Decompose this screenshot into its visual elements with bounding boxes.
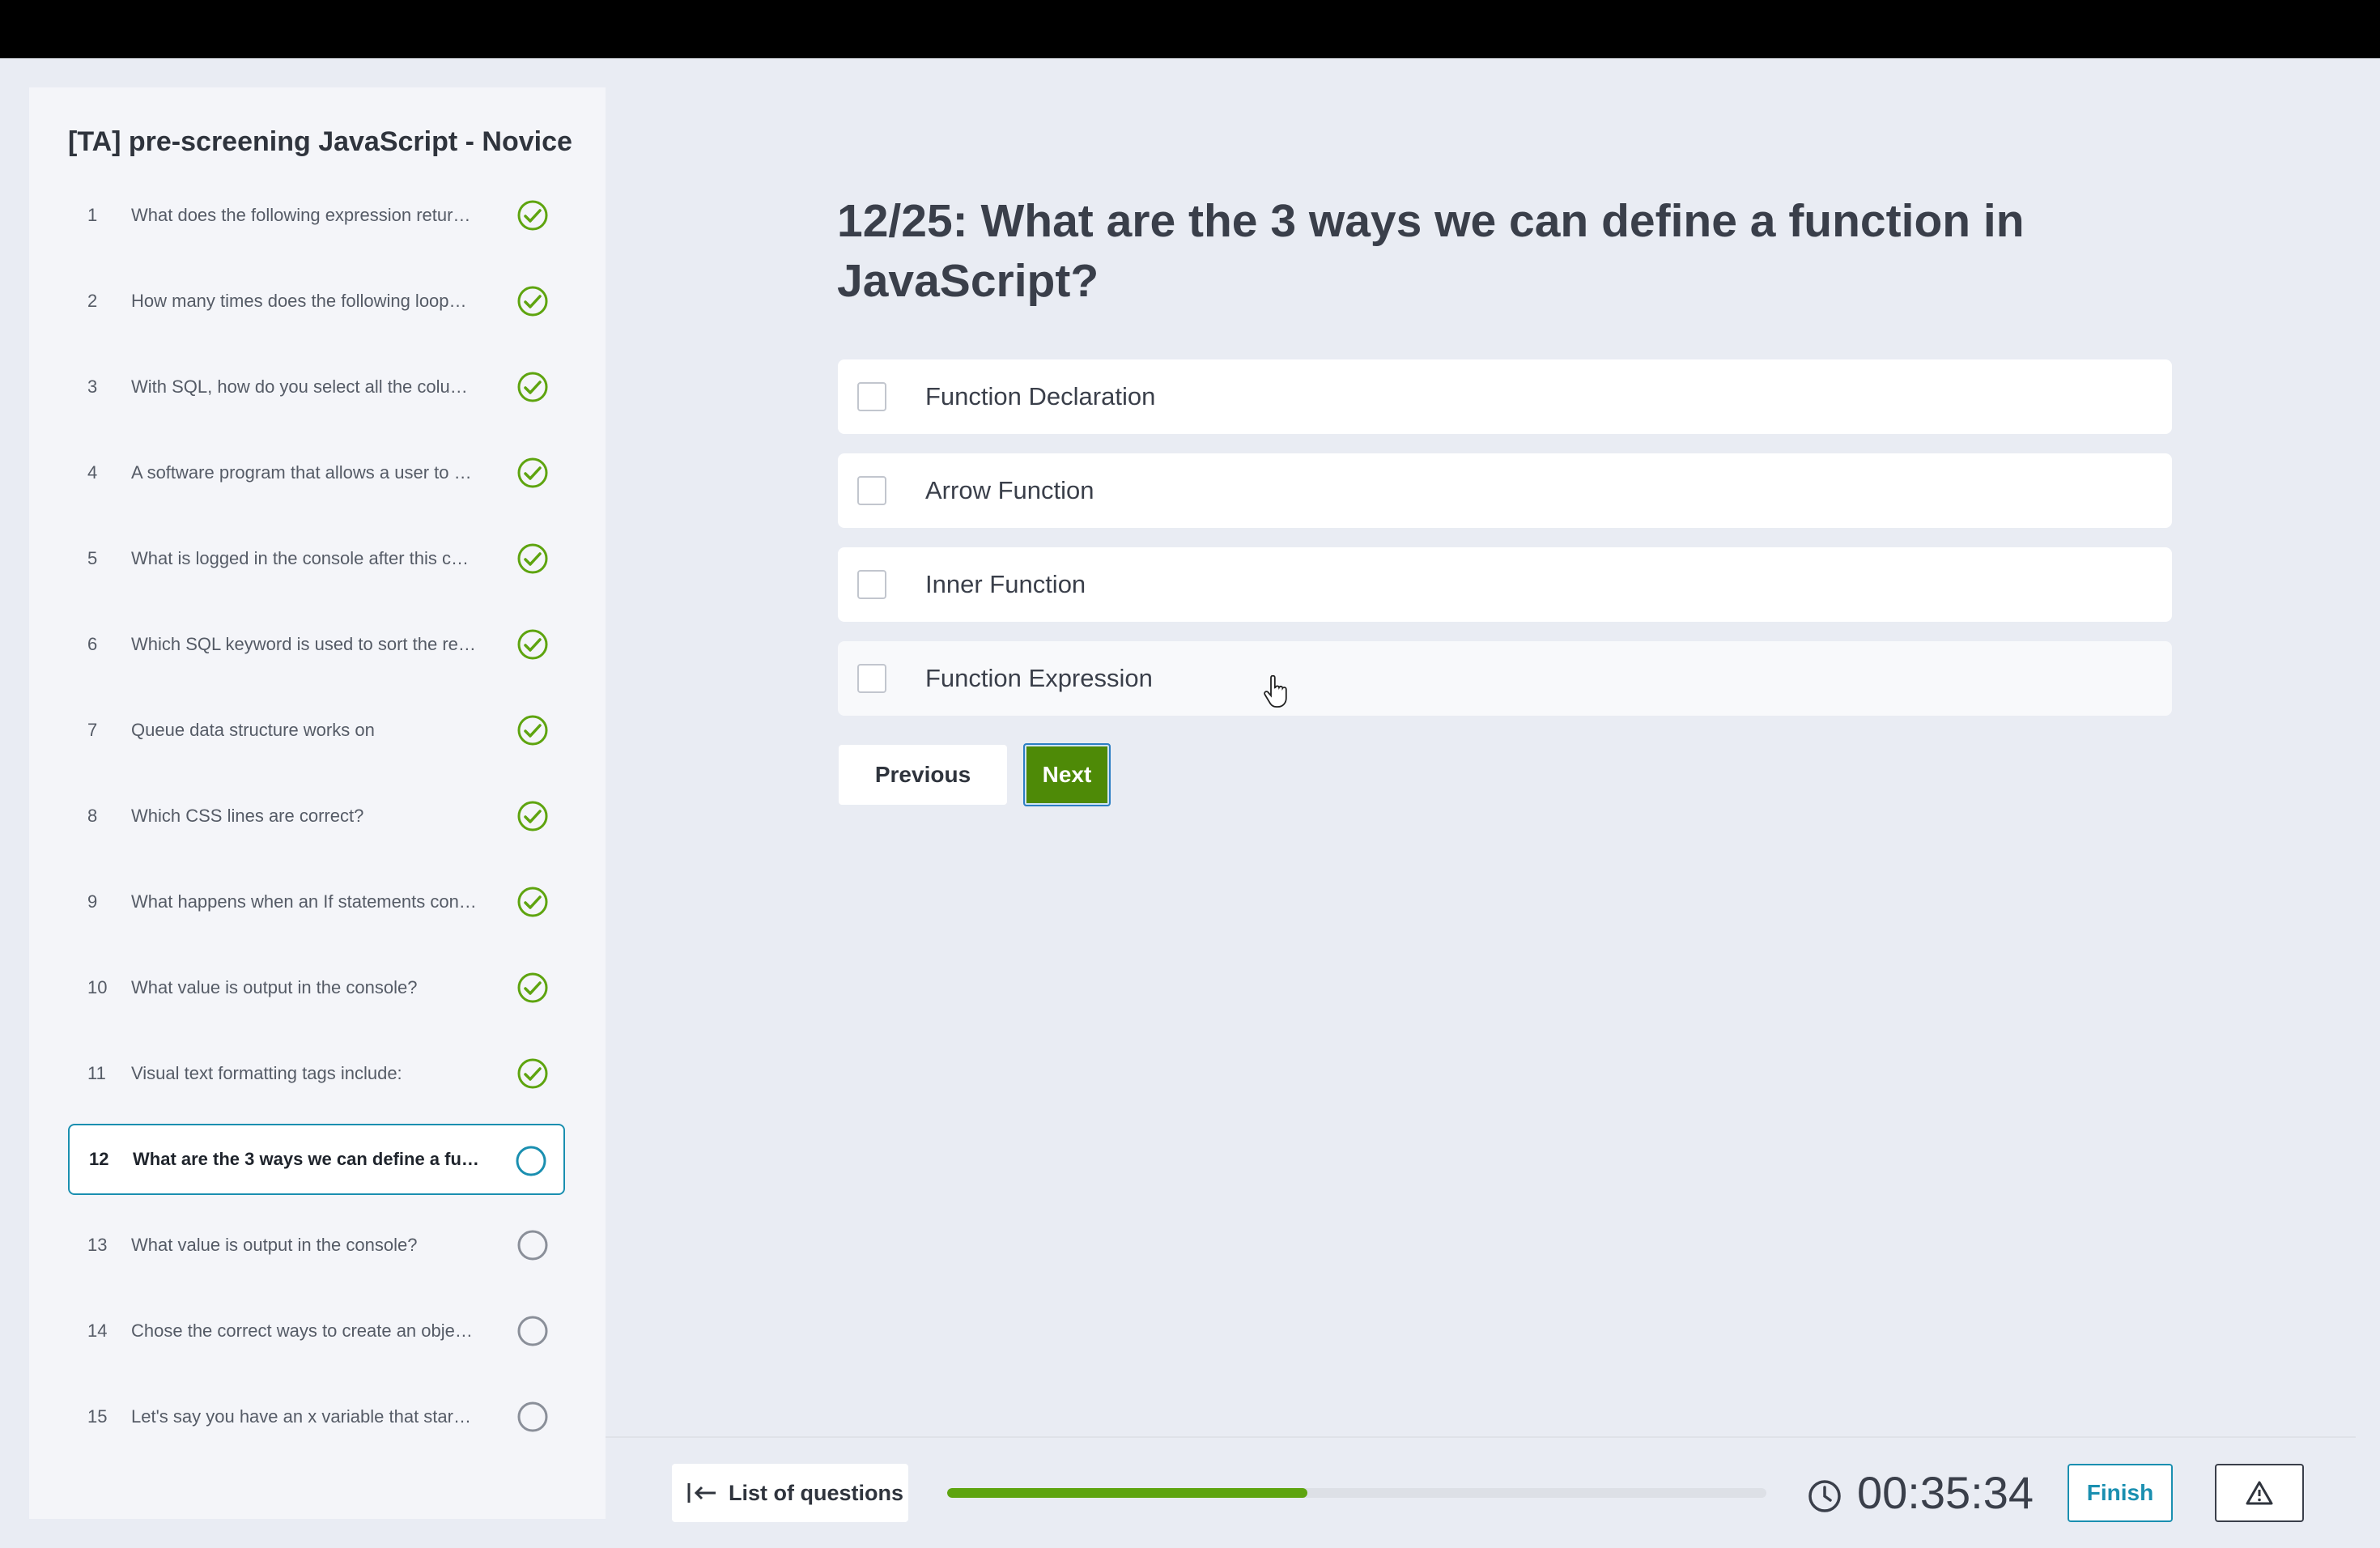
question-number: 15 [87,1406,108,1427]
check-circle-icon [517,457,548,488]
question-label: Let's say you have an x variable that st… [131,1406,471,1427]
question-number: 8 [87,806,98,826]
question-number: 3 [87,376,98,397]
check-circle-icon [517,629,548,660]
list-of-questions-button[interactable]: List of questions [672,1464,908,1522]
answer-option[interactable]: Inner Function [838,547,2172,622]
check-circle-icon [517,887,548,917]
question-label: Visual text formatting tags include: [131,1063,402,1083]
question-number: 2 [87,291,98,311]
question-label: Chose the correct ways to create an obje… [131,1320,473,1341]
answer-option-label: Function Expression [925,664,1153,692]
question-list-item[interactable]: 12 What are the 3 ways we can define a fu… [68,1124,565,1195]
answer-option-label: Function Declaration [925,382,1156,410]
question-label: Queue data structure works on [131,720,375,740]
check-circle-icon [517,972,548,1003]
question-list-item[interactable]: 6 Which SQL keyword is used to sort the r… [68,609,565,680]
question-list-item[interactable]: 1 What does the following expression retu… [68,180,565,251]
check-circle-icon [517,543,548,574]
question-label: What are the 3 ways we can define a func… [133,1149,489,1169]
question-list-item[interactable]: 11 Visual text formatting tags include: [68,1038,565,1109]
question-label: What value is output in the console? [131,1235,418,1255]
check-circle-icon [517,715,548,746]
question-number: 13 [87,1235,108,1255]
question-number: 6 [87,634,98,654]
next-button[interactable]: Next [1023,743,1111,806]
answer-option-label: Inner Function [925,570,1086,598]
progress-bar [947,1488,1766,1498]
check-circle-icon [517,286,548,317]
question-label: With SQL, how do you select all the colu… [131,376,468,397]
answer-checkbox[interactable] [857,476,886,505]
list-of-questions-label: List of questions [729,1480,903,1505]
check-circle-icon [517,801,548,831]
answer-checkbox[interactable] [857,382,886,411]
question-list-item[interactable]: 13 What value is output in the console? [68,1210,565,1281]
question-list-item[interactable]: 2 How many times does the following loop… [68,266,565,337]
question-label: A software program that allows a user to… [131,462,472,483]
question-label: What happens when an If statements con… [131,891,477,912]
hand-cursor-icon [1264,675,1287,708]
question-number: 1 [87,205,98,225]
question-list-item[interactable]: 15 Let's say you have an x variable that … [68,1381,565,1452]
previous-button[interactable]: Previous [839,745,1007,805]
question-label: What is logged in the console after this… [131,548,469,568]
test-title: [TA] pre-screening JavaScript - Novice [68,126,572,157]
question-list-item[interactable]: 3 With SQL, how do you select all the col… [68,351,565,423]
question-list-item[interactable]: 4 A software program that allows a user t… [68,437,565,508]
finish-button[interactable]: Finish [2068,1464,2173,1522]
question-label: What does the following expression retur… [131,205,471,225]
arrow-left-bar-icon [687,1483,716,1503]
question-number: 7 [87,720,98,740]
question-label: What value is output in the console? [131,977,418,997]
question-list-item[interactable]: 9 What happens when an If statements con… [68,866,565,938]
question-number: 10 [87,977,108,997]
report-issue-button[interactable] [2215,1464,2304,1522]
question-number: 5 [87,548,98,568]
answer-option[interactable]: Function Expression [838,641,2172,716]
circle-icon [517,1230,548,1261]
clock-icon [1808,1480,1841,1512]
check-circle-icon [517,200,548,231]
question-number: 9 [87,891,98,912]
footer-divider [606,1436,2356,1438]
answer-option[interactable]: Arrow Function [838,453,2172,528]
check-circle-icon [517,372,548,402]
question-label: How many times does the following loop… [131,291,467,311]
question-label: Which CSS lines are correct? [131,806,364,826]
question-list-item[interactable]: 5 What is logged in the console after thi… [68,523,565,594]
answer-checkbox[interactable] [857,570,886,599]
answer-option[interactable]: Function Declaration [838,359,2172,434]
progress-bar-fill [947,1488,1308,1498]
answer-checkbox[interactable] [857,664,886,693]
timer: 00:35:34 [1857,1467,2034,1518]
circle-icon [517,1316,548,1346]
question-list-item[interactable]: 10 What value is output in the console? [68,952,565,1023]
question-number: 11 [87,1063,106,1083]
question-number: 4 [87,462,98,483]
question-number: 12 [89,1149,109,1169]
question-list-item[interactable]: 14 Chose the correct ways to create an ob… [68,1295,565,1367]
top-bar [0,0,2380,58]
question-list-item[interactable]: 7 Queue data structure works on [68,695,565,766]
answer-option-label: Arrow Function [925,476,1094,504]
question-title: 12/25: What are the 3 ways we can define… [837,195,2025,307]
question-label: Which SQL keyword is used to sort the re… [131,634,476,654]
question-list-item[interactable]: 8 Which CSS lines are correct? [68,780,565,852]
check-circle-icon [517,1058,548,1089]
warning-icon [2246,1481,2273,1505]
question-number: 14 [87,1320,108,1341]
circle-icon [516,1146,546,1176]
circle-icon [517,1401,548,1432]
